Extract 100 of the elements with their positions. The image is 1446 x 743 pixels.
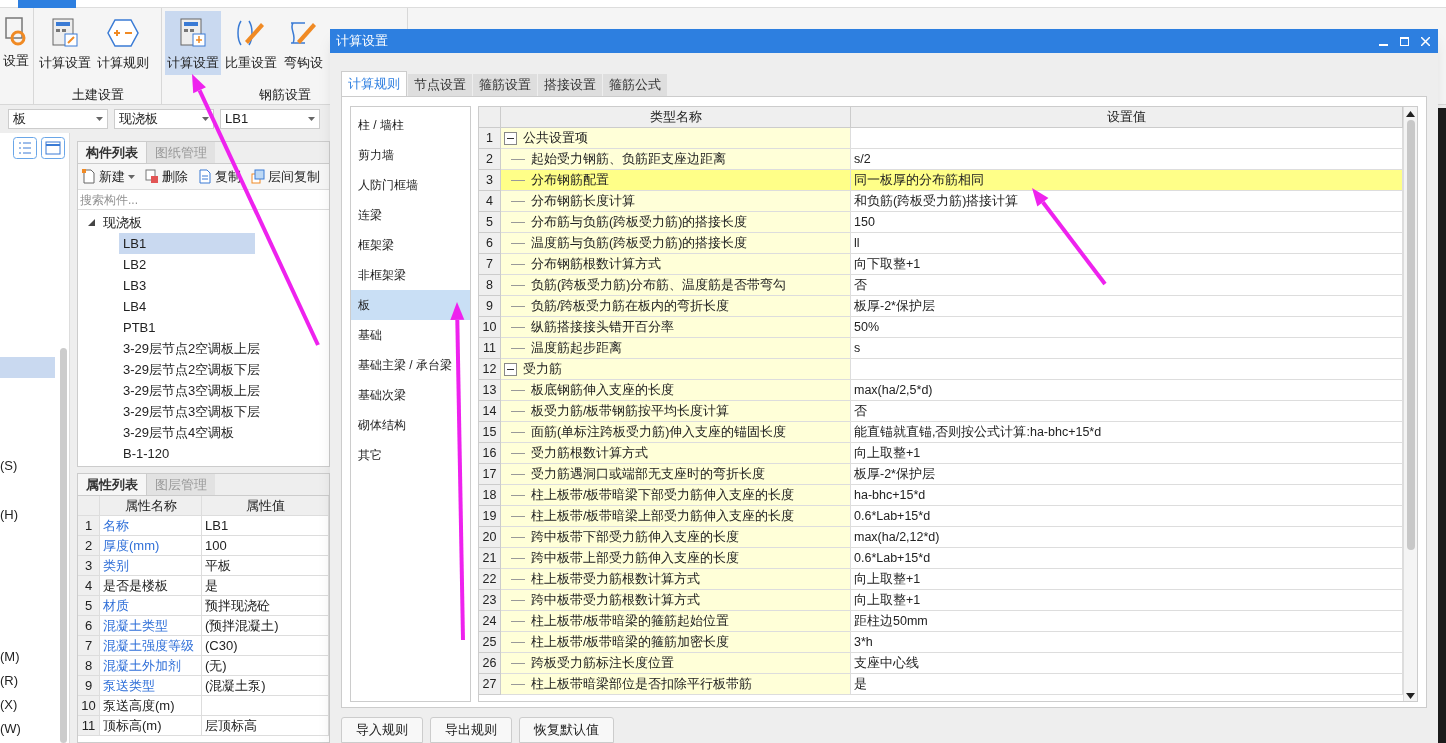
scrollbar[interactable] [60,348,67,743]
tree-item[interactable]: LB4 [119,296,255,317]
category-item[interactable]: 其它 [351,440,470,470]
table-cell[interactable] [851,359,1403,380]
list-item[interactable]: (S) [0,458,69,474]
setting-value[interactable]: 0.6*Lab+15*d [851,506,1403,527]
setting-value[interactable]: max(ha/2,5*d) [851,380,1403,401]
tree-item[interactable]: 现浇板 [101,212,144,233]
category-item[interactable]: 框架梁 [351,230,470,260]
setting-value[interactable]: 50% [851,317,1403,338]
dialog-button[interactable]: 恢复默认值 [519,717,614,743]
tab[interactable]: 箍筋公式 [603,74,667,96]
property-value[interactable]: (无) [202,656,329,676]
tree-item[interactable]: 3-29层节点3空调板下层 [119,401,263,422]
tree-item[interactable]: 3-29层节点2空调板上层 [119,338,263,359]
setting-value[interactable]: 是 [851,674,1403,695]
list-item[interactable]: (R) [0,673,69,689]
list-icon[interactable] [13,137,37,159]
list-item[interactable]: (X) [0,697,69,713]
toolbar-button[interactable]: 新建 [82,166,135,187]
setting-value[interactable]: 否 [851,275,1403,296]
table-cell[interactable] [202,696,329,716]
dropdown[interactable]: LB1 [220,109,320,129]
toolbar-button[interactable]: 层间复制 [251,166,320,187]
setting-value[interactable]: 3*h [851,632,1403,653]
setting-value[interactable]: s/2 [851,149,1403,170]
category-item[interactable]: 柱 / 墙柱 [351,110,470,140]
list-item[interactable]: (H) [0,507,69,523]
setting-value[interactable]: 支座中心线 [851,653,1403,674]
collapse-icon[interactable] [504,362,517,376]
setting-value[interactable]: 同一板厚的分布筋相同 [851,170,1403,191]
scrollbar-thumb[interactable] [1406,120,1415,550]
tree-item[interactable]: PTB1 [119,317,255,338]
tree-item[interactable]: 3-29层节点2空调板下层 [119,359,263,380]
tree-item[interactable]: LB1 [119,233,255,254]
tab[interactable]: 节点设置 [408,74,472,96]
category-item[interactable]: 基础 [351,320,470,350]
scroll-up-icon[interactable] [1406,111,1415,117]
setting-value[interactable]: 能直锚就直锚,否则按公式计算:ha-bhc+15*d [851,422,1403,443]
property-value[interactable]: (C30) [202,636,329,656]
property-value[interactable]: LB1 [202,516,329,536]
tab[interactable]: 属性列表 [78,474,146,495]
ribbon-button[interactable]: 计算设置 [37,11,93,75]
list-item[interactable]: (W) [0,721,69,737]
list-item[interactable]: (M) [0,649,69,665]
window-icon[interactable] [41,137,65,159]
setting-value[interactable]: ll [851,233,1403,254]
setting-value[interactable]: 板厚-2*保护层 [851,296,1403,317]
dropdown[interactable]: 板 [8,109,108,129]
setting-value[interactable]: 向上取整+1 [851,590,1403,611]
tree-item[interactable]: LB3 [119,275,255,296]
tab[interactable]: 搭接设置 [538,74,602,96]
category-item[interactable]: 人防门框墙 [351,170,470,200]
search-field[interactable]: 搜索构件... [78,190,329,210]
tree-item[interactable]: 3-29层节点3空调板上层 [119,380,263,401]
tree-item[interactable]: LB2 [119,254,255,275]
setting-value[interactable]: 向上取整+1 [851,569,1403,590]
dialog-button[interactable]: 导出规则 [430,717,512,743]
setting-value[interactable]: 板厚-2*保护层 [851,464,1403,485]
collapse-icon[interactable] [504,131,517,145]
expanded-triangle-icon[interactable] [88,219,95,226]
property-value[interactable]: 预拌现浇砼 [202,596,329,616]
setting-value[interactable]: s [851,338,1403,359]
scroll-down-icon[interactable] [1406,693,1415,699]
tree-item[interactable]: B-1-120 [119,443,255,464]
setting-value[interactable]: 否 [851,401,1403,422]
category-item[interactable]: 板 [351,290,470,320]
setting-value[interactable]: ha-bhc+15*d [851,485,1403,506]
setting-value[interactable]: 距柱边50mm [851,611,1403,632]
property-value[interactable]: 层顶标高 [202,716,329,736]
property-value[interactable]: 平板 [202,556,329,576]
setting-value[interactable]: 和负筋(跨板受力筋)搭接计算 [851,191,1403,212]
setting-value[interactable]: max(ha/2,12*d) [851,527,1403,548]
ribbon-button[interactable]: 比重设置 [223,11,279,75]
toolbar-button[interactable]: 删除 [145,166,188,187]
ribbon-button[interactable]: 计算设置 [165,11,221,75]
maximize-icon[interactable] [1400,36,1409,46]
tab[interactable]: 构件列表 [78,142,146,163]
category-item[interactable]: 连梁 [351,200,470,230]
setting-value[interactable]: 150 [851,212,1403,233]
property-value[interactable]: 是 [202,576,329,596]
tab[interactable]: 箍筋设置 [473,74,537,96]
table-cell[interactable] [851,128,1403,149]
property-value[interactable]: 100 [202,536,329,556]
setting-value[interactable]: 向下取整+1 [851,254,1403,275]
category-item[interactable]: 基础主梁 / 承台梁 [351,350,470,380]
category-item[interactable]: 基础次梁 [351,380,470,410]
category-item[interactable]: 砌体结构 [351,410,470,440]
category-item[interactable]: 非框架梁 [351,260,470,290]
tree-item[interactable]: 3-29层节点4空调板 [119,422,255,443]
tab[interactable]: 计算规则 [341,71,407,96]
setting-value[interactable]: 0.6*Lab+15*d [851,548,1403,569]
close-icon[interactable] [1421,36,1430,46]
dropdown[interactable]: 现浇板 [114,109,214,129]
ribbon-button[interactable]: 设置 [2,11,30,75]
property-value[interactable]: (预拌混凝土) [202,616,329,636]
category-item[interactable]: 剪力墙 [351,140,470,170]
dialog-button[interactable]: 导入规则 [341,717,423,743]
setting-value[interactable]: 向上取整+1 [851,443,1403,464]
ribbon-button[interactable]: 弯钩设 [281,11,325,75]
